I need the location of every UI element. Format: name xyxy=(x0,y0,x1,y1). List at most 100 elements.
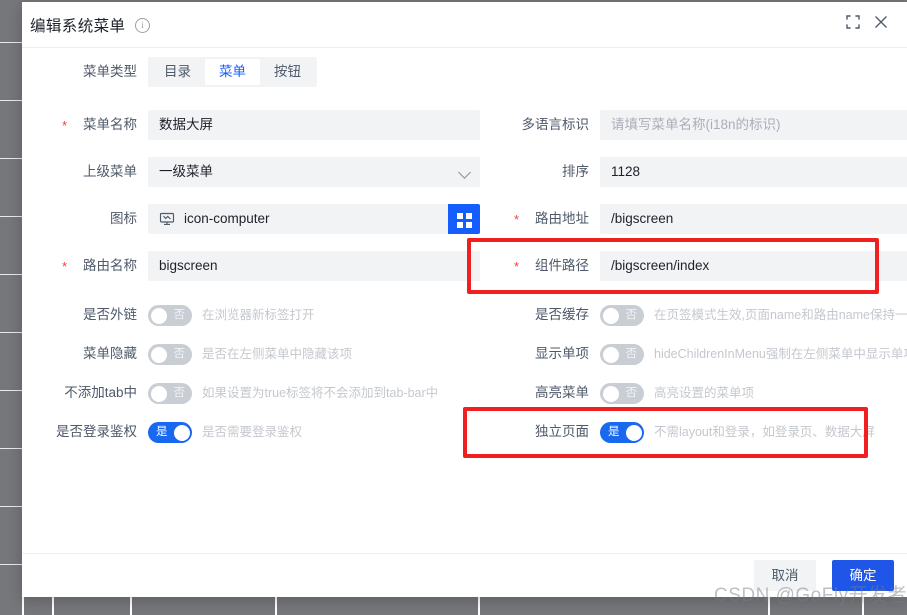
required-indicator: * xyxy=(513,212,519,227)
i18n-key-label-wrap: 多语言标识 xyxy=(442,110,590,140)
dialog-body: 菜单类型 目录 菜单 按钮 * 菜单名称 数据大屏 上级菜单 一级菜单 图标 i… xyxy=(22,48,907,553)
menu-name-label: 菜单名称 xyxy=(83,117,137,132)
toggle-knob xyxy=(625,424,642,441)
external-link-toggle[interactable]: 否 xyxy=(148,305,192,326)
standalone-page-label: 独立页面 xyxy=(535,424,589,439)
icon-label: 图标 xyxy=(110,211,137,226)
login-auth-label: 是否登录鉴权 xyxy=(56,424,137,439)
menu-name-input[interactable]: 数据大屏 xyxy=(148,110,480,140)
dialog-header: 编辑系统菜单 i xyxy=(22,2,907,48)
cache-hint: 在页签模式生效,页面name和路由name保持一致 xyxy=(654,308,907,322)
parent-menu-value: 一级菜单 xyxy=(159,164,213,179)
menu-hidden-toggle[interactable]: 否 xyxy=(148,344,192,365)
toggle-knob xyxy=(150,307,167,324)
toggle-knob xyxy=(173,424,190,441)
toggle-knob xyxy=(150,385,167,402)
login-auth-hint: 是否需要登录鉴权 xyxy=(202,425,303,439)
icon-input[interactable]: icon-computer xyxy=(148,204,480,234)
toggle-state-label: 否 xyxy=(173,348,186,360)
parent-menu-select[interactable]: 一级菜单 xyxy=(148,157,480,187)
route-name-label: 路由名称 xyxy=(83,258,137,273)
sort-order-value: 1128 xyxy=(611,164,641,179)
edit-system-menu-dialog: 编辑系统菜单 i 菜单类型 目录 菜单 按钮 * 菜单名称 数据大屏 上级菜单 … xyxy=(22,2,907,597)
component-path-input[interactable]: /bigscreen/index xyxy=(600,251,907,281)
login-auth-toggle[interactable]: 是 xyxy=(148,422,192,443)
component-path-label-wrap: * 组件路径 xyxy=(442,251,589,281)
external-link-label: 是否外链 xyxy=(83,307,137,322)
external-link-label-wrap: 是否外链 xyxy=(22,300,137,330)
component-path-value: /bigscreen/index xyxy=(611,258,710,273)
route-name-input[interactable]: bigscreen xyxy=(148,251,480,281)
standalone-page-hint: 不需layout和登录，如登录页、数据大屏 xyxy=(654,425,875,439)
computer-icon xyxy=(159,211,175,227)
background-column-divider xyxy=(130,597,132,615)
highlight-menu-label-wrap: 高亮菜单 xyxy=(442,378,589,408)
background-row-divider xyxy=(0,274,22,275)
standalone-page-toggle[interactable]: 是 xyxy=(600,422,644,443)
menu-hidden-label-wrap: 菜单隐藏 xyxy=(22,339,137,369)
menu-type-option-directory[interactable]: 目录 xyxy=(150,59,205,85)
external-link-hint: 在浏览器新标签打开 xyxy=(202,308,315,322)
icon-label-wrap: 图标 xyxy=(22,204,137,234)
toggle-state-label: 否 xyxy=(625,348,638,360)
close-icon[interactable] xyxy=(874,15,894,35)
background-column-divider xyxy=(275,597,277,615)
route-path-value: /bigscreen xyxy=(611,211,674,226)
highlight-menu-hint: 高亮设置的菜单项 xyxy=(654,386,755,400)
toggle-state-label: 否 xyxy=(625,387,638,399)
fullscreen-icon[interactable] xyxy=(846,15,866,35)
menu-type-label: 菜单类型 xyxy=(83,64,137,79)
background-row-divider xyxy=(0,448,22,449)
toggle-knob xyxy=(602,307,619,324)
toggle-knob xyxy=(602,346,619,363)
sort-order-input[interactable]: 1128 xyxy=(600,157,907,187)
i18n-key-label: 多语言标识 xyxy=(521,117,590,132)
menu-type-segmented-control[interactable]: 目录 菜单 按钮 xyxy=(148,57,317,87)
route-path-label: 路由地址 xyxy=(535,211,589,226)
show-single-toggle[interactable]: 否 xyxy=(600,344,644,365)
toggle-state-label: 否 xyxy=(173,387,186,399)
menu-name-label-wrap: * 菜单名称 xyxy=(22,110,137,140)
background-row-divider xyxy=(0,158,22,159)
show-single-hint: hideChildrenInMenu强制在左侧菜单中显示单项 xyxy=(654,347,907,361)
highlight-menu-toggle[interactable]: 否 xyxy=(600,383,644,404)
i18n-key-input[interactable]: 请填写菜单名称(i18n的标识) xyxy=(600,110,907,140)
toggle-state-label: 是 xyxy=(156,426,168,438)
menu-type-option-button[interactable]: 按钮 xyxy=(260,59,315,85)
menu-type-option-menu[interactable]: 菜单 xyxy=(205,59,260,85)
parent-menu-label: 上级菜单 xyxy=(83,164,137,179)
no-tab-toggle[interactable]: 否 xyxy=(148,383,192,404)
route-name-label-wrap: * 路由名称 xyxy=(22,251,137,281)
menu-hidden-label: 菜单隐藏 xyxy=(83,346,137,361)
info-circle-icon[interactable]: i xyxy=(135,18,150,33)
background-table-left-column xyxy=(0,0,22,615)
route-path-label-wrap: * 路由地址 xyxy=(442,204,589,234)
required-indicator: * xyxy=(513,259,519,274)
cache-label: 是否缓存 xyxy=(535,307,589,322)
toggle-state-label: 是 xyxy=(608,426,620,438)
show-single-label: 显示单项 xyxy=(535,346,589,361)
sort-order-label-wrap: 排序 xyxy=(442,157,589,187)
route-path-input[interactable]: /bigscreen xyxy=(600,204,907,234)
toggle-state-label: 否 xyxy=(173,309,186,321)
sort-order-label: 排序 xyxy=(562,164,589,179)
required-indicator: * xyxy=(61,118,67,133)
cache-toggle[interactable]: 否 xyxy=(600,305,644,326)
background-column-divider xyxy=(478,597,480,615)
toggle-knob xyxy=(602,385,619,402)
no-tab-hint: 如果设置为true标签将不会添加到tab-bar中 xyxy=(202,386,439,400)
no-tab-label-wrap: 不添加tab中 xyxy=(22,378,137,408)
watermark: CSDN @GoFly开发者 xyxy=(714,585,907,606)
background-column-divider xyxy=(22,597,24,615)
show-single-label-wrap: 显示单项 xyxy=(442,339,589,369)
login-auth-label-wrap: 是否登录鉴权 xyxy=(22,417,137,447)
page-title: 编辑系统菜单 xyxy=(30,18,126,35)
background-row-divider xyxy=(0,332,22,333)
background-row-divider xyxy=(0,216,22,217)
component-path-label: 组件路径 xyxy=(535,258,589,273)
background-row-divider xyxy=(0,100,22,101)
background-row-divider xyxy=(0,564,22,565)
background-row-divider xyxy=(0,42,22,43)
background-row-divider xyxy=(0,506,22,507)
parent-menu-label-wrap: 上级菜单 xyxy=(22,157,137,187)
